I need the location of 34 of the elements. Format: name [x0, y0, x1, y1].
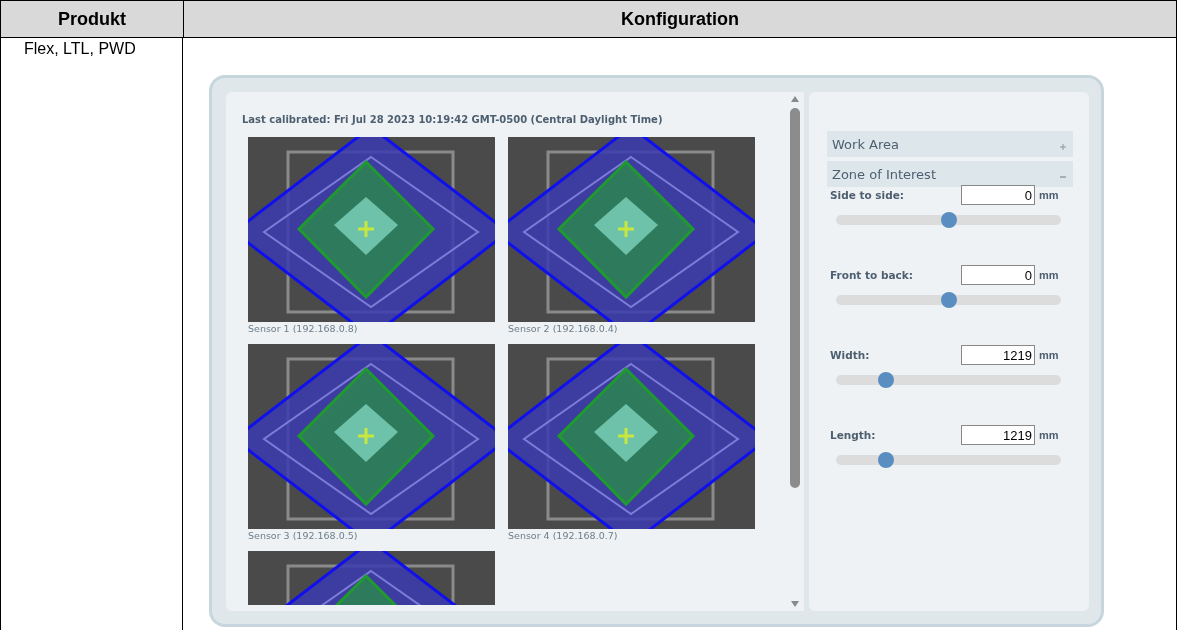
field-label: Side to side: — [830, 189, 906, 201]
slider-thumb[interactable] — [877, 452, 894, 468]
field-label: Front to back: — [830, 269, 914, 281]
slider-thumb[interactable] — [877, 372, 894, 388]
unit-label: mm — [1039, 349, 1059, 361]
unit-label: mm — [1039, 189, 1059, 201]
sensor-label: Sensor 3 (192.168.0.5) — [248, 530, 359, 541]
sensor-label: Sensor 1 (192.168.0.8) — [248, 323, 359, 334]
slider-track[interactable] — [836, 375, 1061, 385]
accordion-header[interactable]: Zone of Interest — [827, 161, 1073, 187]
slider-track[interactable] — [836, 215, 1061, 225]
field-label: Width: — [830, 349, 871, 361]
sensor-label: Sensor 4 (192.168.0.7) — [508, 530, 619, 541]
input-field[interactable]: 1219 — [961, 425, 1035, 445]
sensor-label: Sensor 2 (192.168.0.4) — [508, 323, 619, 334]
column-header: Produkt — [1, 1, 184, 37]
scroll-down-icon[interactable] — [789, 600, 800, 608]
unit-label: mm — [1039, 269, 1059, 281]
scroll-up-icon[interactable] — [789, 95, 800, 103]
plus-icon — [1059, 143, 1067, 151]
column-header: Konfiguration — [184, 1, 1177, 37]
accordion-header[interactable]: Work Area — [827, 131, 1073, 157]
field-label: Length: — [830, 429, 877, 441]
input-field[interactable]: 0 — [961, 185, 1035, 205]
unit-label: mm — [1039, 429, 1059, 441]
slider-track[interactable] — [836, 455, 1061, 465]
calibration-text: Last calibrated: Fri Jul 28 2023 10:19:42 GMT-0500 (Central Daylight Time) — [242, 114, 664, 125]
input-field[interactable]: 1219 — [961, 345, 1035, 365]
slider-track[interactable] — [836, 295, 1061, 305]
table-cell: Flex, LTL, PWD — [24, 40, 136, 58]
input-field[interactable]: 0 — [961, 265, 1035, 285]
slider-thumb[interactable] — [940, 212, 957, 228]
slider-thumb[interactable] — [940, 292, 957, 308]
minus-icon — [1059, 173, 1067, 181]
